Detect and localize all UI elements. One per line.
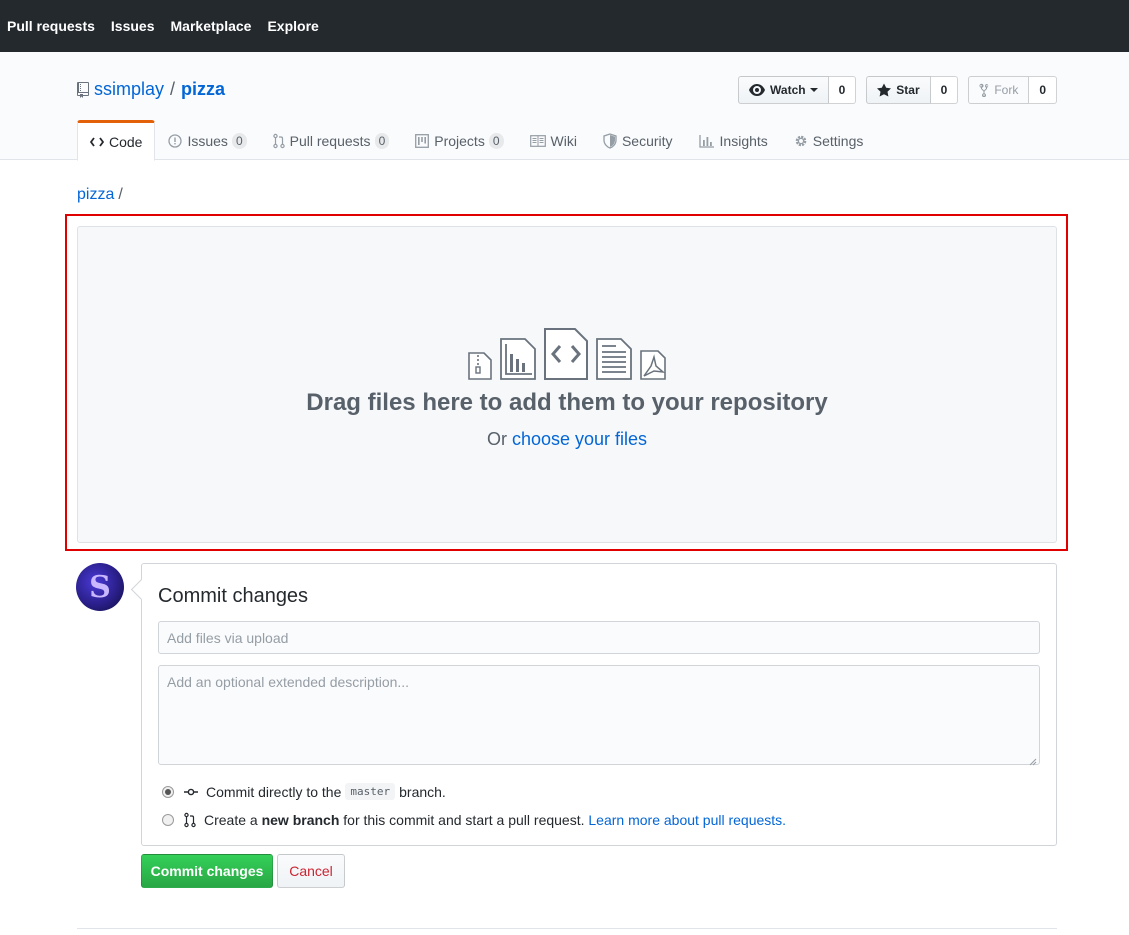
file-type-icons xyxy=(78,327,1056,384)
commit-title: Commit changes xyxy=(158,585,309,607)
issue-icon xyxy=(168,134,183,148)
tab-wiki[interactable]: Wiki xyxy=(517,120,590,160)
dropzone-title: Drag files here to add them to your repo… xyxy=(306,389,828,416)
watch-label: Watch xyxy=(770,83,806,97)
footer-divider xyxy=(77,928,1057,929)
tab-code[interactable]: Code xyxy=(77,120,156,161)
nav-marketplace[interactable]: Marketplace xyxy=(171,18,252,34)
eye-icon xyxy=(749,84,766,96)
commit-direct-option[interactable]: Commit directly to the master branch. xyxy=(162,783,446,800)
tab-issues[interactable]: Issues 0 xyxy=(155,120,259,160)
fork-group: Fork 0 xyxy=(968,76,1057,104)
star-count[interactable]: 0 xyxy=(930,76,959,104)
commit-new-branch-option[interactable]: Create a new branch for this commit and … xyxy=(162,812,786,828)
new-branch-text-before: Create a xyxy=(204,812,258,828)
top-nav: Pull requests Issues Marketplace Explore xyxy=(0,0,1129,52)
tab-settings[interactable]: Settings xyxy=(781,120,877,160)
tab-security-label: Security xyxy=(621,133,673,149)
star-label: Star xyxy=(896,83,920,97)
tab-wiki-label: Wiki xyxy=(550,133,577,149)
file-drop-zone[interactable]: Drag files here to add them to your repo… xyxy=(77,226,1057,543)
star-group: Star 0 xyxy=(866,76,959,104)
gear-icon xyxy=(794,134,808,148)
breadcrumb-separator: / xyxy=(118,186,123,203)
fork-icon xyxy=(979,83,989,97)
new-branch-text-after: for this commit and start a pull request… xyxy=(343,812,585,828)
book-icon xyxy=(529,135,546,147)
cancel-button[interactable]: Cancel xyxy=(277,854,345,888)
tab-projects-label: Projects xyxy=(434,133,485,149)
git-commit-icon xyxy=(184,787,198,797)
tab-security[interactable]: Security xyxy=(590,120,686,160)
nav-issues[interactable]: Issues xyxy=(111,18,155,34)
tab-projects[interactable]: Projects 0 xyxy=(402,120,516,160)
watch-group: Watch 0 xyxy=(738,76,857,104)
breadcrumb-repo-link[interactable]: pizza xyxy=(77,186,114,203)
choose-files-link[interactable]: choose your files xyxy=(512,429,647,449)
project-icon xyxy=(415,134,430,148)
pull-request-icon xyxy=(272,133,285,149)
chevron-down-icon xyxy=(809,88,818,92)
repo-owner-link[interactable]: ssimplay xyxy=(94,79,164,100)
fork-label: Fork xyxy=(994,83,1019,97)
commit-changes-button[interactable]: Commit changes xyxy=(141,854,273,888)
graph-icon xyxy=(698,134,715,148)
dropzone-subtitle: Or choose your files xyxy=(78,429,1056,450)
repo-header: ssimplay / pizza Watch 0 Star 0 Fork 0 C… xyxy=(0,52,1129,161)
commit-description-textarea[interactable] xyxy=(158,665,1040,765)
tab-settings-label: Settings xyxy=(812,133,864,149)
repo-name-link[interactable]: pizza xyxy=(181,79,225,100)
branch-name-tag: master xyxy=(345,783,396,800)
resize-grip-icon[interactable] xyxy=(1027,753,1037,766)
tab-insights[interactable]: Insights xyxy=(686,120,781,160)
file-chart-icon xyxy=(499,337,537,384)
commit-direct-text: Commit directly to the xyxy=(206,783,342,800)
commit-form: Commit changes Commit directly to the ma… xyxy=(141,563,1057,846)
breadcrumb: pizza / xyxy=(77,186,123,204)
new-branch-bold: new branch xyxy=(261,812,340,828)
file-zip-icon xyxy=(467,351,493,384)
new-branch-radio[interactable] xyxy=(162,814,174,826)
tab-issues-label: Issues xyxy=(187,133,228,149)
file-text-icon xyxy=(595,337,633,384)
learn-more-pull-requests-link[interactable]: Learn more about pull requests. xyxy=(588,812,786,828)
issues-count-badge: 0 xyxy=(231,133,247,149)
pull-request-icon xyxy=(184,812,196,828)
tab-pull-requests-label: Pull requests xyxy=(289,133,371,149)
watch-button[interactable]: Watch xyxy=(738,76,829,104)
avatar: S xyxy=(76,563,124,611)
fork-count[interactable]: 0 xyxy=(1029,76,1057,104)
repo-separator: / xyxy=(170,79,176,99)
pulls-count-badge: 0 xyxy=(374,133,390,149)
nav-explore[interactable]: Explore xyxy=(267,18,318,34)
repo-title: ssimplay / pizza xyxy=(77,79,225,100)
avatar-letter: S xyxy=(89,569,111,605)
commit-direct-radio[interactable] xyxy=(162,785,174,798)
file-pdf-icon xyxy=(639,349,667,384)
code-icon xyxy=(90,136,104,147)
tab-insights-label: Insights xyxy=(719,133,768,149)
commit-summary-input[interactable] xyxy=(158,621,1040,654)
star-button[interactable]: Star xyxy=(866,76,931,104)
star-icon xyxy=(877,83,892,97)
fork-button[interactable]: Fork xyxy=(968,76,1030,104)
nav-pull-requests[interactable]: Pull requests xyxy=(7,18,95,34)
file-code-icon xyxy=(543,327,589,384)
dropzone-or-text: Or xyxy=(486,429,507,449)
watch-count[interactable]: 0 xyxy=(828,76,857,104)
repo-actions: Watch 0 Star 0 Fork 0 xyxy=(728,76,1057,104)
repo-tabs: Code Issues 0 Pull requests 0 Projects 0 xyxy=(77,120,877,161)
shield-icon xyxy=(603,133,617,149)
commit-direct-text-after: branch. xyxy=(399,783,446,800)
repo-icon xyxy=(77,81,89,98)
projects-count-badge: 0 xyxy=(488,133,504,149)
tab-code-label: Code xyxy=(109,133,143,150)
tab-pull-requests[interactable]: Pull requests 0 xyxy=(260,120,403,160)
